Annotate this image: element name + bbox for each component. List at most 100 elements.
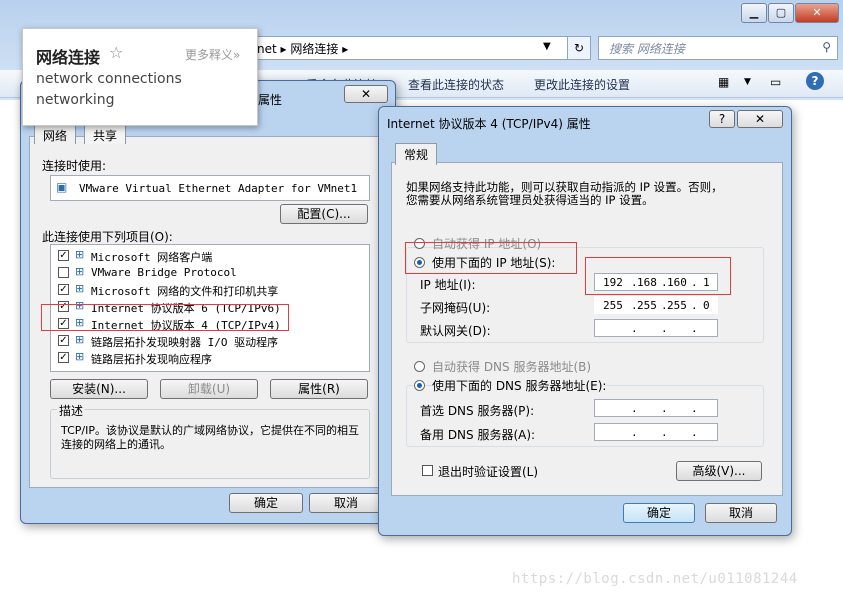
item-checkbox[interactable]: ✓ xyxy=(58,284,69,295)
change-settings-button[interactable]: 更改此连接的设置 xyxy=(534,76,630,93)
preferred-dns-label: 首选 DNS 服务器(P): xyxy=(420,404,535,418)
list-item[interactable]: ✓ ⊞ 链路层拓扑发现响应程序 xyxy=(51,350,369,367)
subnet-label: 子网掩码(U): xyxy=(420,301,491,315)
subnet-field[interactable]: 255 . 255 . 255 . 0 xyxy=(594,296,718,314)
adapter-name: VMware Virtual Ethernet Adapter for VMne… xyxy=(79,182,358,195)
more-definitions-link[interactable]: 更多释义» xyxy=(185,46,240,63)
ip-address-label: IP 地址(I): xyxy=(420,278,476,292)
maximize-button[interactable]: ▢ xyxy=(768,3,794,23)
connect-using-label: 连接时使用: xyxy=(42,159,107,173)
address-dropdown-icon[interactable]: ▼ xyxy=(543,41,551,52)
ip-dot: . xyxy=(631,402,638,415)
search-icon[interactable]: ⚲ xyxy=(822,40,831,54)
search-input[interactable]: 搜索 网络连接 ⚲ xyxy=(598,36,838,60)
intro-text-line: 您需要从网络系统管理员处获得适当的 IP 设置。 xyxy=(406,193,654,207)
ipv4-highlight-box xyxy=(41,304,289,331)
items-label: 此连接使用下列项目(O): xyxy=(42,230,173,244)
ip-dot: . xyxy=(631,322,638,335)
configure-button[interactable]: 配置(C)... xyxy=(280,204,368,224)
view-status-button[interactable]: 查看此连接的状态 xyxy=(408,76,504,93)
item-checkbox[interactable]: ✓ xyxy=(58,335,69,346)
ipv4-properties-dialog: Internet 协议版本 4 (TCP/IPv4) 属性 ? ✕ 如果网络支持… xyxy=(378,106,792,536)
subnet-octet: 0 xyxy=(703,299,710,312)
network-adapter-icon: ▣ xyxy=(56,180,68,194)
auto-dns-radio[interactable] xyxy=(414,361,425,372)
minimize-button[interactable]: ▁ xyxy=(741,3,767,23)
description-group: 描述 TCP/IP。该协议是默认的广域网络协议，它提供在不同的相互连接的网络上的… xyxy=(50,402,370,479)
watermark: https://blog.csdn.net/u011081244 xyxy=(512,571,798,587)
subnet-octet: 255 xyxy=(637,299,657,312)
auto-dns-label[interactable]: 自动获得 DNS 服务器地址(B) xyxy=(432,358,591,375)
ok-button[interactable]: 确定 xyxy=(229,493,303,513)
view-dropdown-icon[interactable]: ▼ xyxy=(744,77,751,87)
help-button[interactable]: ? xyxy=(709,110,735,128)
alternate-dns-label: 备用 DNS 服务器(A): xyxy=(420,428,536,442)
manual-ip-highlight-box xyxy=(405,242,577,274)
breadcrumb-item[interactable]: 网络连接 xyxy=(290,42,338,56)
cancel-button[interactable]: 取消 xyxy=(705,503,777,523)
ip-dot: . xyxy=(661,402,668,415)
tab-network[interactable]: 网络 xyxy=(34,124,77,144)
dialog-close-button[interactable]: ✕ xyxy=(344,85,388,103)
dictionary-popup: 网络连接 ☆ 更多释义» network connections network… xyxy=(22,28,258,126)
tab-sharing[interactable]: 共享 xyxy=(84,124,127,144)
item-checkbox[interactable] xyxy=(58,267,69,278)
preferred-dns-field[interactable]: . . . xyxy=(594,399,718,417)
manual-dns-label[interactable]: 使用下面的 DNS 服务器地址(E): xyxy=(432,377,607,394)
ip-dot: . xyxy=(691,322,698,335)
dict-headword: 网络连接 xyxy=(36,48,101,67)
preview-pane-icon[interactable]: ▭ xyxy=(770,75,781,89)
validate-checkbox[interactable] xyxy=(422,465,433,476)
help-icon[interactable]: ? xyxy=(806,72,824,90)
search-placeholder: 搜索 网络连接 xyxy=(609,42,685,56)
breadcrumb-item[interactable]: net xyxy=(257,42,277,56)
protocol-icon: ⊞ xyxy=(75,350,85,363)
item-label: 链路层拓扑发现响应程序 xyxy=(91,353,212,366)
close-button[interactable]: ✕ xyxy=(795,3,839,23)
gateway-label: 默认网关(D): xyxy=(420,324,491,338)
uninstall-button[interactable]: 卸载(U) xyxy=(160,379,258,399)
protocol-icon: ⊞ xyxy=(75,265,85,278)
protocol-icon: ⊞ xyxy=(75,282,85,295)
ip-dot: . xyxy=(661,322,668,335)
list-item[interactable]: ✓ ⊞ Microsoft 网络的文件和打印机共享 xyxy=(51,282,369,299)
dict-definition: networking xyxy=(36,92,115,108)
ip-dot: . xyxy=(691,299,698,312)
item-checkbox[interactable]: ✓ xyxy=(58,352,69,363)
list-item[interactable]: ⊞ VMware Bridge Protocol xyxy=(51,265,369,282)
refresh-icon[interactable]: ↻ xyxy=(567,36,591,60)
description-text: TCP/IP。该协议是默认的广域网络协议，它提供在不同的相互连接的网络上的通讯。 xyxy=(61,424,359,451)
address-bar[interactable]: net ▸ 网络连接 ▸ xyxy=(250,36,590,60)
cancel-button[interactable]: 取消 xyxy=(309,493,383,513)
alternate-dns-field[interactable]: . . . xyxy=(594,423,718,441)
item-label: 链路层拓扑发现映射器 I/O 驱动程序 xyxy=(91,336,279,349)
ip-dot: . xyxy=(691,426,698,439)
list-item[interactable]: ✓ ⊞ 链路层拓扑发现映射器 I/O 驱动程序 xyxy=(51,333,369,350)
manual-dns-radio[interactable] xyxy=(414,380,425,391)
properties-button[interactable]: 属性(R) xyxy=(270,379,368,399)
validate-label[interactable]: 退出时验证设置(L) xyxy=(438,463,538,480)
favorite-star-icon[interactable]: ☆ xyxy=(109,43,123,62)
ip-dot: . xyxy=(691,402,698,415)
ok-button[interactable]: 确定 xyxy=(623,503,695,523)
subnet-octet: 255 xyxy=(603,299,623,312)
item-label: Microsoft 网络客户端 xyxy=(91,251,213,264)
ip-address-highlight-box xyxy=(585,257,731,295)
tab-general[interactable]: 常规 xyxy=(395,143,438,165)
dialog-close-button[interactable]: ✕ xyxy=(737,110,783,128)
general-tab-panel: 如果网络支持此功能，则可以获取自动指派的 IP 设置。否则， 您需要从网络系统管… xyxy=(391,162,783,496)
list-item[interactable]: ✓ ⊞ Microsoft 网络客户端 xyxy=(51,248,369,265)
item-checkbox[interactable]: ✓ xyxy=(58,250,69,261)
item-label: VMware Bridge Protocol xyxy=(91,266,237,279)
view-options-icon[interactable]: ▦ xyxy=(718,75,729,89)
gateway-field[interactable]: . . . xyxy=(594,319,718,337)
dialog-title: Internet 协议版本 4 (TCP/IPv4) 属性 xyxy=(387,117,591,131)
breadcrumb-dropdown-icon[interactable]: ▸ xyxy=(342,42,348,56)
adapter-properties-dialog: 属性 ✕ 连接时使用: ▣ VMware Virtual Ethernet Ad… xyxy=(20,80,396,524)
item-label: Microsoft 网络的文件和打印机共享 xyxy=(91,285,279,298)
breadcrumb-separator-icon: ▸ xyxy=(280,42,291,56)
advanced-button[interactable]: 高级(V)... xyxy=(676,461,762,481)
adapter-name-field: ▣ VMware Virtual Ethernet Adapter for VM… xyxy=(50,175,370,201)
protocol-icon: ⊞ xyxy=(75,333,85,346)
install-button[interactable]: 安装(N)... xyxy=(50,379,148,399)
